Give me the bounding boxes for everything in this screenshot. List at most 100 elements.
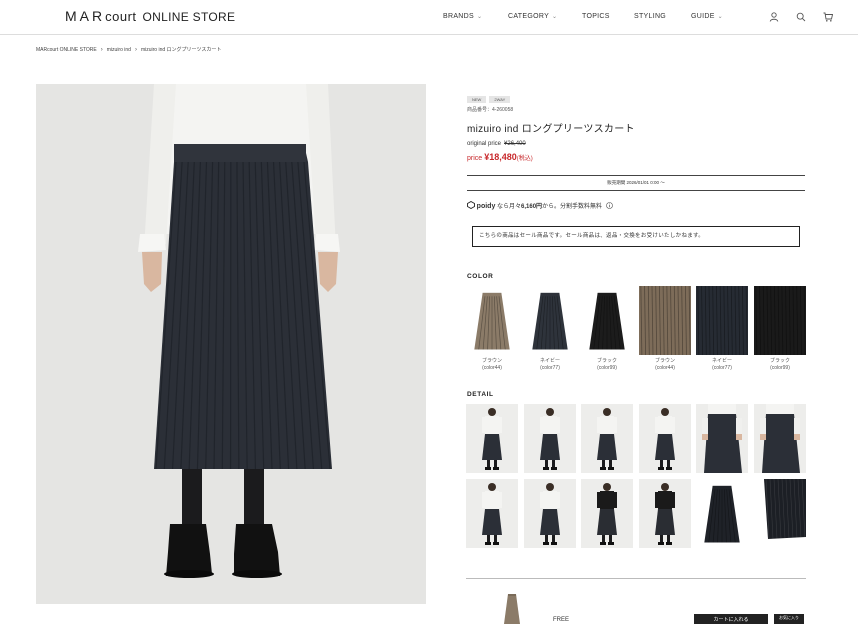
color-name: ブラック (769, 358, 790, 364)
nav-styling[interactable]: STYLING (634, 13, 666, 20)
detail-thumbnail[interactable] (696, 404, 748, 473)
nav-label: STYLING (634, 13, 667, 20)
logo-store: ONLINE STORE (142, 10, 236, 24)
original-price-label: original price (467, 141, 502, 147)
price-value: ¥18,480 (484, 152, 517, 162)
color-code: (color44) (482, 365, 502, 371)
detail-thumbnail[interactable] (639, 479, 691, 548)
color-thumbnail (754, 286, 806, 355)
poidy-brand: poidy (476, 203, 496, 210)
color-code: (color77) (540, 365, 560, 371)
nav-label: TOPICS (582, 13, 610, 20)
logo-court: court (105, 9, 137, 24)
info-icon[interactable] (605, 202, 613, 209)
price-label: price (467, 155, 483, 162)
detail-photo (639, 404, 691, 473)
user-icon[interactable] (769, 12, 779, 22)
color-code: (color44) (655, 365, 675, 371)
detail-thumbnail[interactable] (524, 479, 576, 548)
badge-2way: 2WAY (489, 96, 511, 103)
nav-brands[interactable]: BRANDS ⌄ (443, 13, 482, 20)
color-code: (color99) (770, 365, 790, 371)
search-icon[interactable] (796, 12, 806, 22)
chevron-down-icon: ⌄ (552, 14, 558, 20)
add-to-cart-button[interactable]: カートに入れる (694, 614, 768, 624)
poidy-text-1: なら月々 (497, 204, 522, 210)
color-label: ネイビー (color77) (696, 358, 748, 372)
color-thumbnail (696, 286, 748, 355)
color-swatch-5[interactable]: ネイビー (color77) (696, 286, 748, 372)
cart-icon[interactable] (823, 12, 833, 22)
color-thumbnail (639, 286, 691, 355)
nav-topics[interactable]: TOPICS (582, 13, 610, 20)
poidy-text-2: から。分割手数料無料 (542, 204, 603, 210)
detail-thumbnail[interactable] (466, 404, 518, 473)
tax-note: (税込) (516, 156, 533, 162)
color-swatch-3[interactable]: ブラック (color99) (581, 286, 633, 372)
chevron-right-icon: › (100, 47, 103, 53)
sale-price: price ¥18,480(税込) (467, 152, 533, 162)
color-name: ネイビー (539, 358, 560, 364)
product-badges: NEW 2WAY (467, 96, 511, 103)
size-label: FREE (553, 617, 570, 623)
color-name: ブラウン (654, 358, 675, 364)
nav-label: GUIDE (691, 13, 715, 20)
sale-notice: こちらの商品はセール商品です。セール商品は、返品・交換をお受けいたしかねます。 (472, 226, 800, 247)
nav-label: CATEGORY (508, 13, 550, 20)
site-header: MARcourt ONLINE STORE BRANDS ⌄ CATEGORY ⌄ T… (0, 0, 858, 35)
detail-thumbnail[interactable] (754, 479, 806, 548)
detail-thumbnail[interactable] (639, 404, 691, 473)
breadcrumb-brand[interactable]: mizuiro ind (107, 47, 131, 53)
detail-photo (524, 479, 576, 548)
poidy-amount: 6,160円 (521, 204, 543, 210)
nav-label: BRANDS (443, 13, 474, 20)
detail-photo (639, 479, 691, 548)
detail-photo (581, 479, 633, 548)
detail-section-title: DETAIL (467, 391, 494, 398)
site-logo[interactable]: MARcourt ONLINE STORE (65, 8, 235, 24)
color-label: ブラック (color99) (754, 358, 806, 372)
chevron-right-icon: › (134, 47, 137, 53)
detail-photo (754, 479, 806, 548)
color-code: (color77) (712, 365, 732, 371)
color-swatch-4[interactable]: ブラウン (color44) (639, 286, 691, 372)
color-thumbnail (524, 286, 576, 355)
breadcrumb-current: mizuiro ind ロングプリーツスカート (140, 47, 222, 53)
detail-thumbnail[interactable] (754, 404, 806, 473)
color-code: (color99) (597, 365, 617, 371)
section-divider (466, 578, 806, 579)
detail-thumbnail[interactable] (524, 404, 576, 473)
detail-thumbnail[interactable] (581, 404, 633, 473)
detail-thumbnail[interactable] (466, 479, 518, 548)
detail-thumbnail[interactable] (696, 479, 748, 548)
logo-mar: MAR (65, 8, 106, 24)
favorite-button[interactable]: お気に入り (774, 614, 804, 624)
cart-item-thumbnail (500, 592, 524, 624)
detail-photo (466, 479, 518, 548)
model-photo (36, 84, 426, 604)
chevron-down-icon: ⌄ (476, 14, 483, 20)
color-name: ブラック (596, 358, 617, 364)
color-label: ブラウン (color44) (466, 358, 518, 372)
color-thumbnail (466, 286, 518, 355)
color-swatch-1[interactable]: ブラウン (color44) (466, 286, 518, 372)
color-name: ブラウン (481, 358, 502, 364)
nav-guide[interactable]: GUIDE ⌄ (691, 13, 723, 20)
poidy-logo-icon (467, 200, 475, 210)
nav-category[interactable]: CATEGORY ⌄ (508, 13, 557, 20)
color-label: ブラウン (color44) (639, 358, 691, 372)
color-swatch-2[interactable]: ネイビー (color77) (524, 286, 576, 372)
color-thumbnail (581, 286, 633, 355)
main-product-image[interactable] (36, 84, 426, 604)
detail-thumbnail[interactable] (581, 479, 633, 548)
color-name: ネイビー (711, 358, 732, 364)
color-section-title: COLOR (467, 273, 494, 280)
detail-photo (696, 479, 748, 548)
color-label: ブラック (color99) (581, 358, 633, 372)
chevron-down-icon: ⌄ (717, 14, 723, 20)
breadcrumb-home[interactable]: MARcourt ONLINE STORE (36, 47, 97, 53)
detail-photo (466, 404, 518, 473)
color-swatch-6[interactable]: ブラック (color99) (754, 286, 806, 372)
sale-period: 販売期間 2026/01/01 0:00 ～ (467, 175, 805, 191)
color-label: ネイビー (color77) (524, 358, 576, 372)
